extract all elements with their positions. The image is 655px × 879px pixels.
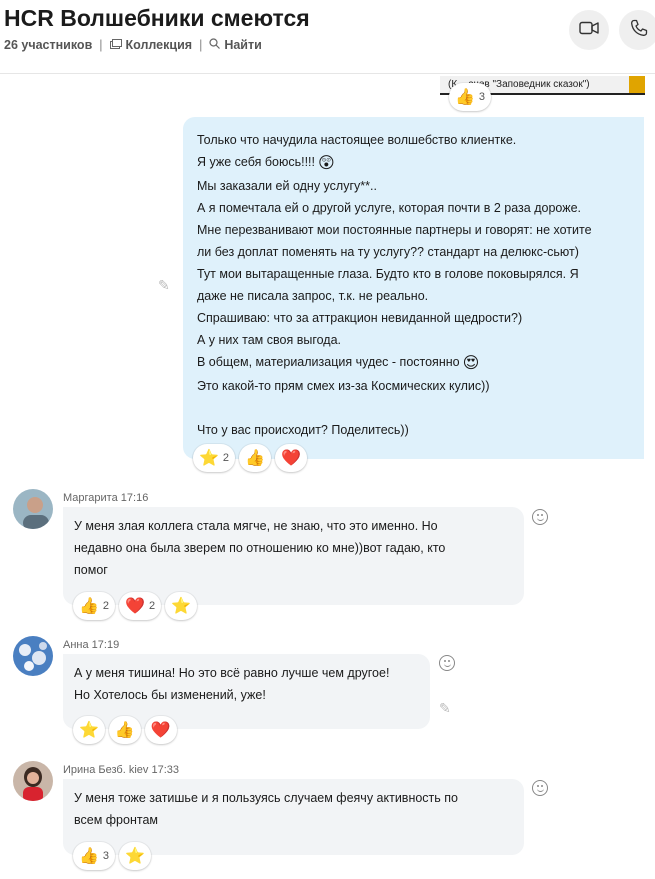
astonished-emoji-icon: 😲 xyxy=(318,155,335,172)
phone-call-icon xyxy=(630,19,648,42)
participants-link[interactable]: 26 участников xyxy=(4,38,92,52)
star-icon: ⭐ xyxy=(79,722,99,739)
thumbs-up-icon: 👍 xyxy=(245,450,265,467)
message-line: Это какой-то прям смех из-за Космических… xyxy=(197,379,490,393)
find-link[interactable]: Найти xyxy=(224,38,261,52)
thumbs-up-icon: 👍 xyxy=(455,89,475,106)
audio-call-button[interactable] xyxy=(619,10,655,50)
message-line: Спрашиваю: что за аттракцион невиданной … xyxy=(197,311,523,325)
author-name[interactable]: Анна xyxy=(63,639,89,651)
preview-reactions: 👍 3 xyxy=(449,83,492,111)
add-reaction-icon[interactable] xyxy=(532,509,548,525)
star-icon: ⭐ xyxy=(199,450,219,467)
heart-icon: ❤️ xyxy=(150,722,171,739)
reaction-count: 2 xyxy=(102,600,110,612)
preview-thumbnail xyxy=(629,76,645,93)
message-line: всем фронтам xyxy=(74,813,158,827)
thumbs-up-icon: 👍 xyxy=(79,598,99,615)
timestamp: 17:33 xyxy=(151,764,179,776)
outgoing-reactions: ⭐ 2 👍 ❤️ xyxy=(193,444,307,472)
thumbs-up-reaction[interactable]: 👍 xyxy=(108,716,141,744)
message-line: А я помечтала ей о другой услуге, котора… xyxy=(197,201,581,215)
message-meta: Ирина Безб. kiev 17:33 xyxy=(63,764,179,776)
author-name[interactable]: Маргарита xyxy=(63,492,118,504)
heart-icon: ❤️ xyxy=(125,598,145,615)
separator: | xyxy=(99,38,103,52)
timestamp: 17:16 xyxy=(120,492,149,504)
message-meta: Анна 17:19 xyxy=(63,639,119,651)
incoming-message: У меня злая коллега стала мягче, не знаю… xyxy=(63,507,524,605)
star-reaction[interactable]: ⭐ 2 xyxy=(193,444,236,472)
thumbs-up-icon: 👍 xyxy=(79,848,99,865)
message-reactions: 👍 2 ❤️ 2 ⭐ xyxy=(73,592,198,620)
message-line: Только что начудила настоящее волшебство… xyxy=(197,133,517,147)
message-line: В общем, материализация чудес - постоянн… xyxy=(197,351,630,375)
collection-icon xyxy=(109,38,122,52)
message-line: Мне перезванивают мои постоянные партнер… xyxy=(197,223,592,237)
message-line: Что у вас происходит? Поделитесь)) xyxy=(197,423,409,437)
reaction-count: 3 xyxy=(478,91,486,103)
message-line: Я уже себя боюсь!!!! 😲 xyxy=(197,151,630,175)
message-meta: Маргарита 17:16 xyxy=(63,492,148,504)
edit-pencil-icon[interactable]: ✎ xyxy=(158,277,170,294)
edit-pencil-icon[interactable]: ✎ xyxy=(439,700,451,717)
thumbs-up-icon: 👍 xyxy=(114,722,135,739)
star-reaction[interactable]: ⭐ xyxy=(119,842,151,870)
message-line: А у них там своя выгода. xyxy=(197,333,341,347)
thumbs-up-reaction[interactable]: 👍 3 xyxy=(73,842,116,870)
search-icon xyxy=(209,38,221,52)
heart-reaction[interactable]: ❤️ 2 xyxy=(119,592,162,620)
star-reaction[interactable]: ⭐ xyxy=(165,592,198,620)
chat-subheader: 26 участников | Коллекция | Найти xyxy=(4,38,262,52)
message-line: даже не писала запрос, т.к. не реально. xyxy=(197,289,429,303)
reaction-count: 2 xyxy=(148,600,156,612)
message-line xyxy=(197,397,630,419)
message-line: Но Хотелось бы изменений, уже! xyxy=(74,688,266,702)
add-reaction-icon[interactable] xyxy=(439,655,455,671)
separator: | xyxy=(199,38,203,52)
message-line: Тут мои вытаращенные глаза. Будто кто в … xyxy=(197,267,579,281)
message-line: ли без доплат поменять на ту услугу?? ст… xyxy=(197,245,579,259)
reaction-count: 3 xyxy=(102,850,110,862)
message-reactions: ⭐ 👍 ❤️ xyxy=(73,716,177,744)
message-reactions: 👍 3 ⭐ xyxy=(73,842,151,870)
heart-icon: ❤️ xyxy=(280,450,301,467)
heart-eyes-emoji-icon: 😍 xyxy=(462,355,480,372)
author-name[interactable]: Ирина Безб. kiev xyxy=(63,764,148,776)
avatar[interactable] xyxy=(13,636,53,676)
heart-reaction[interactable]: ❤️ xyxy=(144,716,177,744)
timestamp: 17:19 xyxy=(91,639,120,651)
thumbs-up-reaction[interactable]: 👍 xyxy=(239,444,271,472)
outgoing-message: Только что начудила настоящее волшебство… xyxy=(183,117,644,459)
avatar[interactable] xyxy=(13,761,53,801)
message-line: помог xyxy=(74,563,108,577)
message-line: У меня злая коллега стала мягче, не знаю… xyxy=(74,519,438,533)
video-call-button[interactable] xyxy=(569,10,609,50)
avatar[interactable] xyxy=(13,489,53,529)
message-line: У меня тоже затишье и я пользуясь случае… xyxy=(74,791,458,805)
message-line: А у меня тишина! Но это всё равно лучше … xyxy=(74,666,390,680)
reaction-count: 2 xyxy=(222,452,230,464)
add-reaction-icon[interactable] xyxy=(532,780,548,796)
star-icon: ⭐ xyxy=(125,848,145,865)
chat-window: HCR Волшебники смеются 26 участников | К… xyxy=(0,0,655,879)
heart-reaction[interactable]: ❤️ xyxy=(274,444,307,472)
thumbs-up-reaction[interactable]: 👍 2 xyxy=(73,592,116,620)
thumbs-up-reaction[interactable]: 👍 3 xyxy=(449,83,492,111)
chat-title: HCR Волшебники смеются xyxy=(4,5,310,31)
collection-link[interactable]: Коллекция xyxy=(126,38,193,52)
message-line: недавно она была зверем по отношению ко … xyxy=(74,541,446,555)
star-reaction[interactable]: ⭐ xyxy=(73,716,105,744)
video-call-icon xyxy=(579,21,599,40)
star-icon: ⭐ xyxy=(171,598,192,615)
chat-header: HCR Волшебники смеются 26 участников | К… xyxy=(0,0,655,74)
message-line: Мы заказали ей одну услугу**.. xyxy=(197,179,377,193)
